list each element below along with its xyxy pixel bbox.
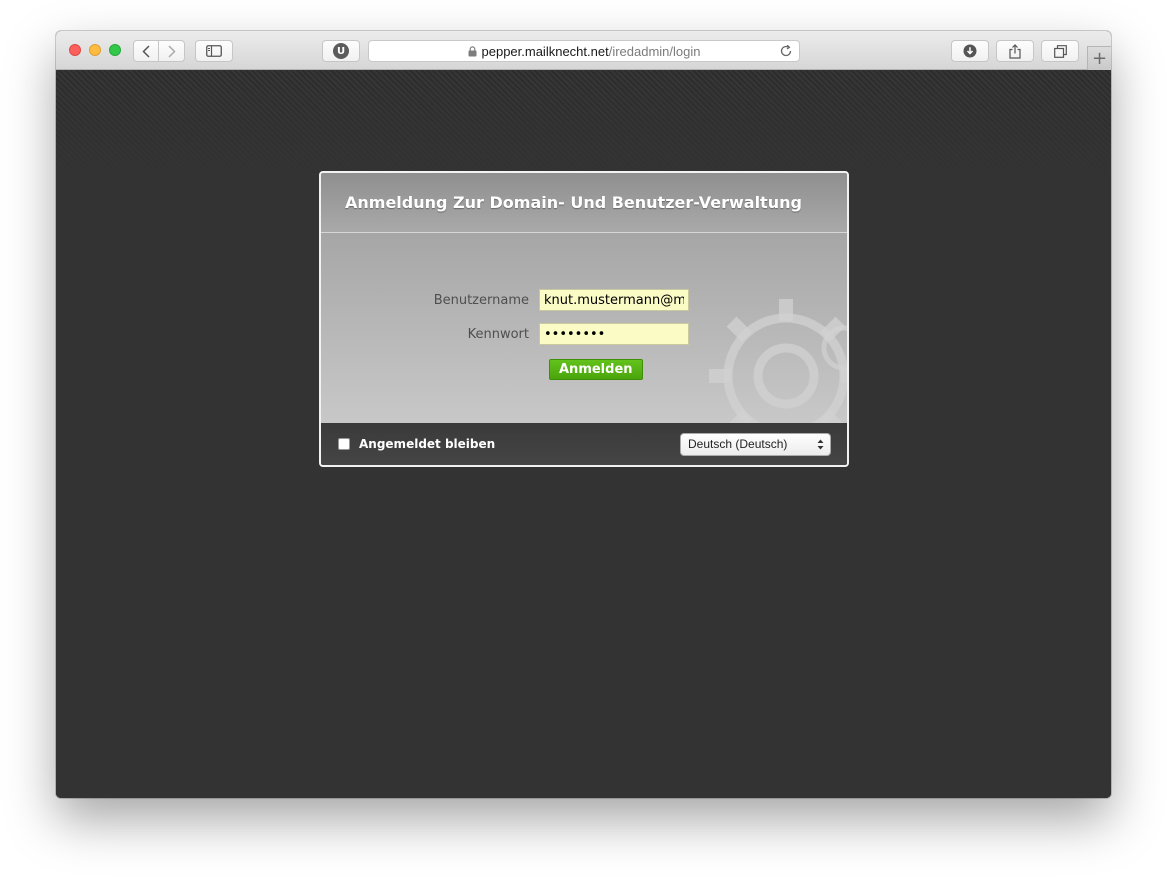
login-button[interactable]: Anmelden [549, 359, 643, 380]
browser-window: U pepper.mailknecht.net/iredadmin/login … [56, 31, 1111, 798]
password-row: Kennwort [419, 323, 689, 345]
new-tab-button[interactable]: + [1087, 46, 1111, 70]
username-label: Benutzername [433, 292, 529, 308]
username-input[interactable] [539, 289, 689, 311]
login-header: Anmeldung Zur Domain- Und Benutzer-Verwa… [321, 173, 847, 233]
lock-icon [468, 45, 477, 57]
password-input[interactable] [539, 323, 689, 345]
password-label: Kennwort [467, 326, 529, 342]
login-form: Benutzername Kennwort Anmelden [321, 233, 847, 423]
select-arrows-icon [817, 439, 824, 449]
page-content: Anmeldung Zur Domain- Und Benutzer-Verwa… [56, 70, 1111, 798]
username-row: Benutzername [419, 289, 689, 311]
tabs-icon [1053, 44, 1067, 58]
remember-checkbox[interactable] [338, 438, 350, 450]
language-selected: Deutsch (Deutsch) [688, 437, 788, 451]
language-select[interactable]: Deutsch (Deutsch) [680, 432, 831, 456]
browser-toolbar: U pepper.mailknecht.net/iredadmin/login … [56, 31, 1111, 70]
remember-label: Angemeldet bleiben [359, 437, 496, 451]
page-title: Anmeldung Zur Domain- Und Benutzer-Verwa… [345, 193, 802, 212]
sidebar-icon [206, 45, 222, 57]
login-panel: Anmeldung Zur Domain- Und Benutzer-Verwa… [319, 171, 849, 467]
reload-icon[interactable] [779, 44, 793, 61]
back-arrow-icon [142, 44, 150, 58]
url-path: /iredadmin/login [608, 43, 701, 59]
gear-icon [821, 325, 847, 371]
back-button[interactable] [133, 40, 159, 62]
show-tabs-button[interactable] [1041, 40, 1079, 62]
address-bar[interactable]: pepper.mailknecht.net/iredadmin/login [368, 40, 800, 62]
forward-button[interactable] [159, 40, 185, 62]
remember-me[interactable]: Angemeldet bleiben [338, 437, 495, 451]
share-icon [1009, 43, 1021, 59]
login-footer: Angemeldet bleiben Deutsch (Deutsch) [321, 423, 847, 465]
sidebar-toggle-button[interactable] [195, 40, 233, 62]
download-icon [963, 44, 977, 58]
zoom-window-button[interactable] [109, 44, 121, 56]
downloads-button[interactable] [951, 40, 989, 62]
share-button[interactable] [996, 40, 1034, 62]
url-domain: pepper.mailknecht.net [481, 43, 609, 59]
extension-badge-icon: U [333, 43, 349, 59]
minimize-window-button[interactable] [89, 44, 101, 56]
extension-button[interactable]: U [322, 40, 360, 62]
close-window-button[interactable] [69, 44, 81, 56]
forward-arrow-icon [167, 44, 176, 58]
